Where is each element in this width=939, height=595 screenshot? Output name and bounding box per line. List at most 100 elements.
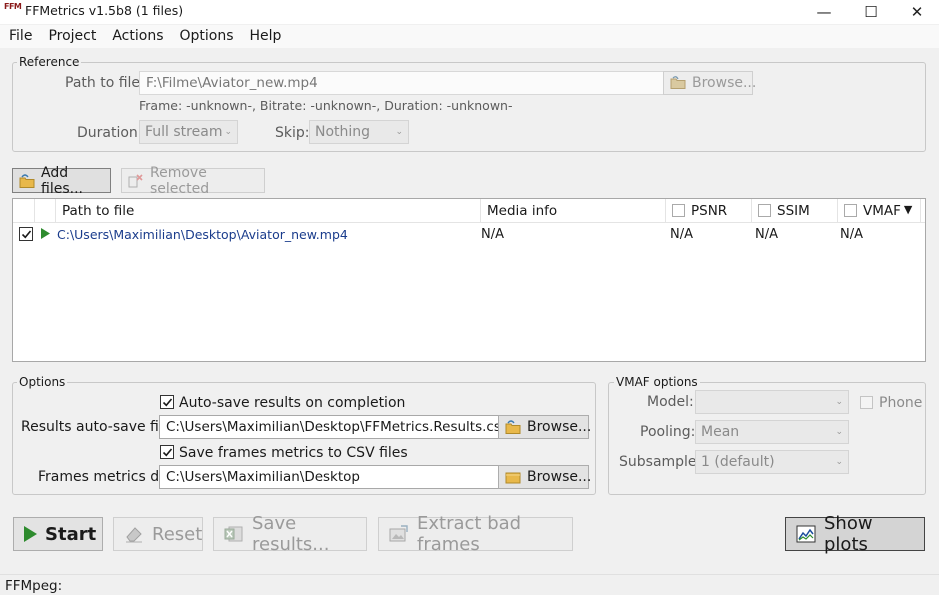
reference-path-label: Path to file: <box>65 75 145 91</box>
extract-bad-frames-button[interactable]: Extract bad frames <box>378 513 573 555</box>
menu-file[interactable]: File <box>0 25 39 48</box>
psnr-checkbox[interactable] <box>672 204 685 217</box>
reference-path-input[interactable]: F:\Filme\Aviator_new.mp4 <box>139 71 664 95</box>
frames-browse-label: Browse... <box>527 469 592 485</box>
header-path[interactable]: Path to file <box>56 199 481 223</box>
results-file-label: Results auto-save file: <box>21 419 177 435</box>
title-bar: FFM FFMetrics v1.5b8 (1 files) — ☐ ✕ <box>0 0 939 24</box>
ssim-checkbox[interactable] <box>758 204 771 217</box>
ffmpeg-status-label: FFMpeg: <box>5 578 63 594</box>
vmaf-checkbox[interactable] <box>844 204 857 217</box>
chart-icon <box>796 525 816 543</box>
file-list-header: Path to file Media info PSNR SSIM VMAF ▼ <box>13 199 925 223</box>
vmaf-model-label: Model: <box>647 394 694 410</box>
header-vmaf[interactable]: VMAF ▼ <box>838 199 921 223</box>
header-ssim[interactable]: SSIM <box>752 199 838 223</box>
menu-help[interactable]: Help <box>241 25 289 48</box>
remove-icon <box>128 173 144 188</box>
excel-icon <box>224 525 244 543</box>
frames-browse-button[interactable]: Browse... <box>498 465 592 489</box>
results-browse-button[interactable]: Browse... <box>498 415 592 439</box>
sort-arrow-icon[interactable]: ▼ <box>904 203 912 223</box>
results-browse-label: Browse... <box>527 419 592 435</box>
frames-dir-input[interactable]: C:\Users\Maximilian\Desktop <box>159 465 499 489</box>
header-ssim-label: SSIM <box>777 203 810 219</box>
header-media-label: Media info <box>487 203 558 219</box>
reference-browse-button[interactable]: Browse... <box>663 71 756 95</box>
save-frames-label[interactable]: Save frames metrics to CSV files <box>179 445 408 461</box>
reset-button[interactable]: Reset <box>113 517 203 551</box>
vmaf-subsample-select[interactable]: 1 (default) ⌄ <box>695 450 849 474</box>
save-frames-checkbox[interactable] <box>160 445 174 459</box>
frames-dir-label: Frames metrics dir: <box>38 469 174 485</box>
folder-icon <box>505 470 521 484</box>
eraser-icon <box>124 525 144 543</box>
duration-label: Duration: <box>77 125 143 141</box>
phone-checkbox[interactable] <box>860 396 873 409</box>
window-title: FFMetrics v1.5b8 (1 files) <box>25 3 184 18</box>
header-media-info[interactable]: Media info <box>481 199 666 223</box>
show-plots-button[interactable]: Show plots <box>785 513 925 555</box>
menu-bar: File Project Actions Options Help <box>0 25 939 48</box>
reset-label: Reset <box>152 523 203 545</box>
row-psnr: N/A <box>670 227 693 242</box>
header-check-column[interactable] <box>13 199 35 223</box>
checkmark-icon <box>162 397 172 406</box>
play-icon[interactable] <box>41 228 50 243</box>
vmaf-model-select[interactable]: ⌄ <box>695 390 849 414</box>
menu-options[interactable]: Options <box>170 25 240 48</box>
header-psnr-label: PSNR <box>691 203 728 219</box>
chevron-down-icon: ⌄ <box>395 127 403 137</box>
save-results-label: Save results... <box>252 513 330 555</box>
row-media-info: N/A <box>481 227 504 242</box>
folder-icon <box>505 420 521 434</box>
autosave-checkbox[interactable] <box>160 395 174 409</box>
header-vmaf-label: VMAF <box>863 203 901 219</box>
options-legend: Options <box>17 375 68 389</box>
duration-select-value: Full stream <box>145 124 223 140</box>
row-vmaf: N/A <box>840 227 863 242</box>
duration-select[interactable]: Full stream ⌄ <box>139 120 238 144</box>
add-files-button[interactable]: Add files... <box>12 165 111 197</box>
minimize-button[interactable]: — <box>801 0 847 24</box>
row-path: C:\Users\Maximilian\Desktop\Aviator_new.… <box>57 227 348 242</box>
header-play-column[interactable] <box>35 199 56 223</box>
file-list[interactable]: Path to file Media info PSNR SSIM VMAF ▼… <box>12 198 926 362</box>
menu-project[interactable]: Project <box>39 25 103 48</box>
chevron-down-icon: ⌄ <box>835 457 843 467</box>
checkmark-icon <box>162 447 172 456</box>
autosave-label[interactable]: Auto-save results on completion <box>179 395 405 411</box>
results-file-input[interactable]: C:\Users\Maximilian\Desktop\FFMetrics.Re… <box>159 415 509 439</box>
extract-bad-frames-label: Extract bad frames <box>417 513 522 555</box>
vmaf-options-legend: VMAF options <box>614 375 700 389</box>
maximize-button[interactable]: ☐ <box>848 0 894 24</box>
remove-selected-label: Remove selected <box>150 164 210 197</box>
chevron-down-icon: ⌄ <box>835 427 843 437</box>
vmaf-pooling-label: Pooling: <box>640 424 696 440</box>
add-files-label: Add files... <box>41 164 83 197</box>
image-export-icon <box>389 525 409 543</box>
reference-info: Frame: -unknown-, Bitrate: -unknown-, Du… <box>139 98 513 113</box>
skip-label: Skip: <box>275 125 310 141</box>
show-plots-label: Show plots <box>824 513 873 555</box>
close-button[interactable]: ✕ <box>894 0 939 24</box>
skip-select[interactable]: Nothing ⌄ <box>309 120 409 144</box>
save-results-button[interactable]: Save results... <box>213 513 367 555</box>
folder-icon <box>670 76 686 90</box>
app-icon: FFM <box>4 2 22 11</box>
vmaf-pooling-select[interactable]: Mean ⌄ <box>695 420 849 444</box>
chevron-down-icon: ⌄ <box>224 127 232 137</box>
vmaf-subsample-label: Subsample: <box>619 454 702 470</box>
table-row[interactable]: C:\Users\Maximilian\Desktop\Aviator_new.… <box>13 224 925 244</box>
status-bar: FFMpeg: <box>0 574 939 595</box>
remove-selected-button[interactable]: Remove selected <box>121 165 265 197</box>
start-label: Start <box>45 523 97 545</box>
row-checkbox[interactable] <box>19 227 33 241</box>
checkmark-icon <box>21 229 31 238</box>
vmaf-subsample-value: 1 (default) <box>701 454 775 470</box>
vmaf-pooling-value: Mean <box>701 424 740 440</box>
menu-actions[interactable]: Actions <box>103 25 170 48</box>
start-button[interactable]: Start <box>13 517 103 551</box>
chevron-down-icon: ⌄ <box>835 397 843 407</box>
header-psnr[interactable]: PSNR <box>666 199 752 223</box>
